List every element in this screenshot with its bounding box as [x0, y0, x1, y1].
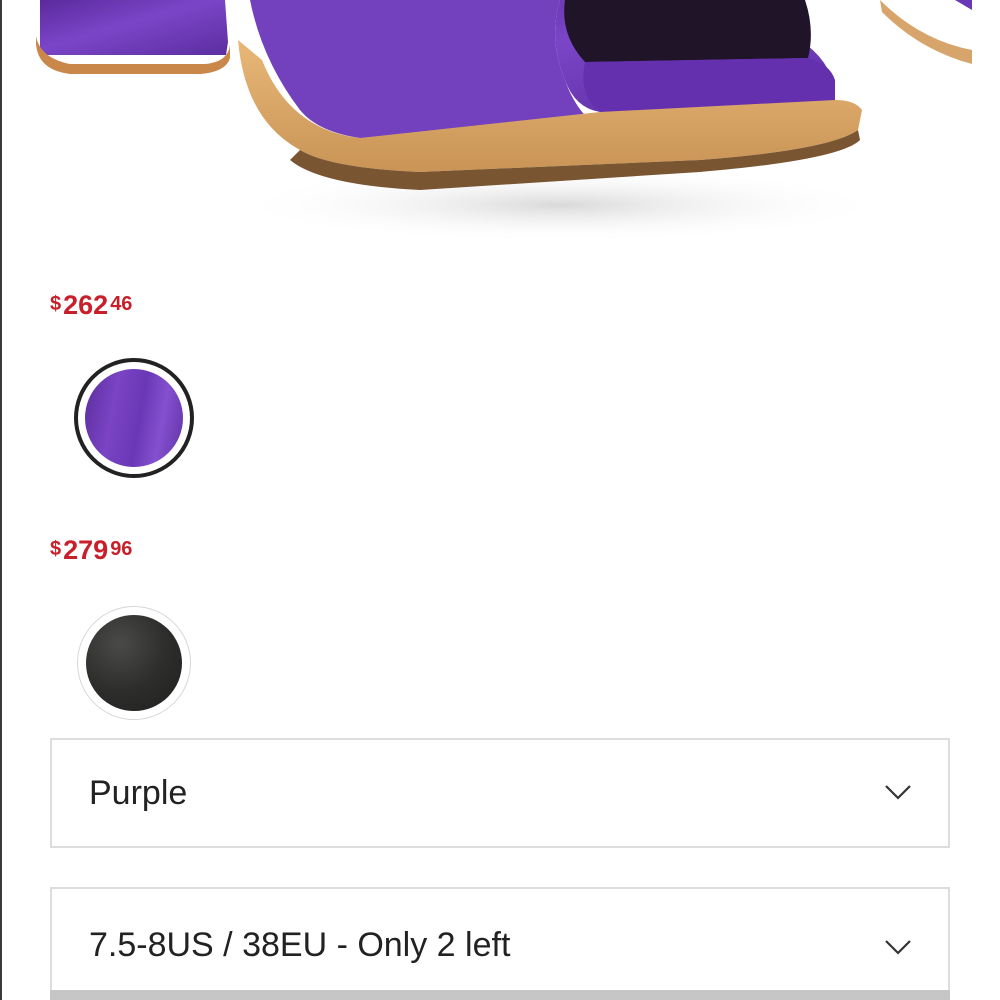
size-select-value: 7.5-8US / 38EU - Only 2 left [89, 926, 511, 964]
purple-swatch-image [85, 369, 183, 467]
price-currency: $ [50, 538, 62, 560]
color-select-value: Purple [89, 774, 188, 812]
color-select[interactable]: Purple [50, 738, 950, 848]
size-select[interactable]: 7.5-8US / 38EU - Only 2 left [50, 887, 950, 1000]
product-detail-page: $262 46 $279 96 Purple 7.5-8US / 38EU - On… [0, 0, 1000, 1000]
price-dollars: 262 [63, 290, 109, 320]
chevron-down-icon [885, 785, 911, 800]
price-dollars: 279 [63, 535, 109, 565]
price-purple: $262 46 [50, 292, 132, 319]
price-currency: $ [50, 293, 62, 315]
chevron-down-icon [885, 940, 911, 955]
price-cents: 96 [110, 538, 133, 560]
color-swatch-purple[interactable] [74, 358, 194, 478]
black-swatch-image [86, 615, 182, 711]
price-black: $279 96 [50, 537, 132, 564]
size-select-bottom-bar [50, 990, 950, 1000]
price-cents: 46 [110, 293, 133, 315]
color-swatch-black[interactable] [77, 606, 191, 720]
product-image[interactable] [0, 0, 1000, 250]
